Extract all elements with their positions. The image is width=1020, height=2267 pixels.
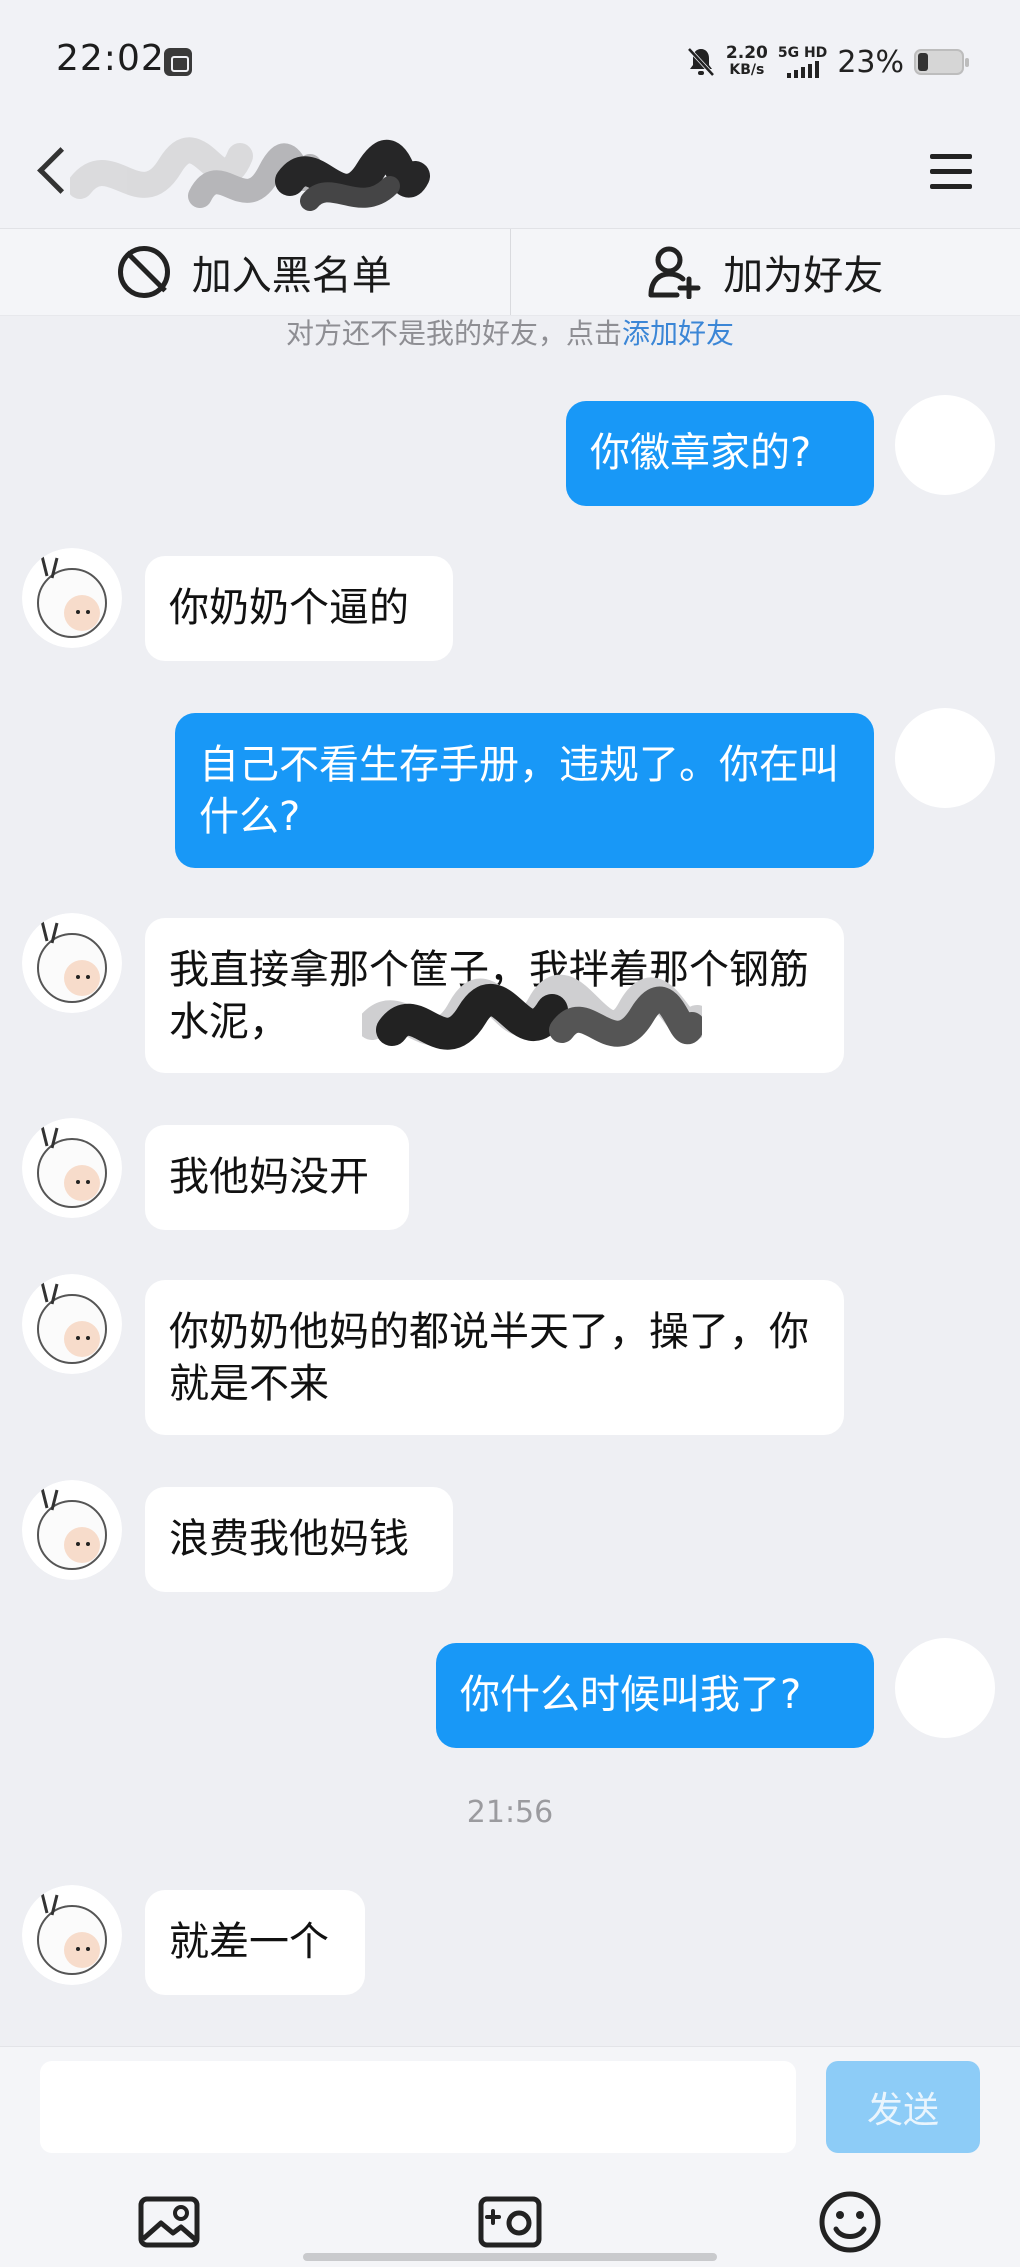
message-bubble[interactable]: 你徽章家的? xyxy=(566,401,874,506)
chat-screen: 22:02 2.20 KB/s 5G HD 23% 加入黑名单 加为好友 对方还… xyxy=(0,0,1020,2267)
status-bar: 22:02 2.20 KB/s 5G HD 23% xyxy=(0,0,1020,120)
block-icon xyxy=(117,246,170,298)
add-friend-link[interactable]: 添加好友 xyxy=(622,317,734,350)
screen-record-icon xyxy=(164,48,192,76)
emoji-icon[interactable] xyxy=(815,2187,885,2257)
add-friend-label: 加为好友 xyxy=(723,253,884,299)
message-input[interactable] xyxy=(40,2061,796,2153)
stranger-action-bar: 加入黑名单 加为好友 xyxy=(0,228,1020,316)
send-button[interactable]: 发送 xyxy=(826,2061,980,2153)
net-speed-value: 2.20 xyxy=(725,43,768,63)
composer-bar: 发送 xyxy=(0,2046,1020,2267)
status-indicators: 2.20 KB/s 5G HD 23% xyxy=(686,40,969,84)
redaction-scribble xyxy=(362,974,702,1050)
add-user-icon xyxy=(648,246,701,299)
chat-header xyxy=(0,120,1020,228)
message-bubble[interactable]: 浪费我他妈钱 xyxy=(145,1487,453,1592)
network-label: 5G HD xyxy=(777,45,828,61)
contact-avatar[interactable] xyxy=(22,1274,122,1374)
contact-avatar[interactable] xyxy=(22,913,122,1013)
contact-avatar[interactable] xyxy=(22,1118,122,1218)
add-friend-button[interactable]: 加为好友 xyxy=(509,229,1020,315)
contact-avatar[interactable] xyxy=(22,548,122,648)
stranger-notice: 对方还不是我的好友，点击添加好友 xyxy=(0,312,1020,352)
message-bubble[interactable]: 你什么时候叫我了? xyxy=(436,1643,874,1748)
my-avatar[interactable] xyxy=(895,395,995,495)
contact-avatar[interactable] xyxy=(22,1480,122,1580)
my-avatar[interactable] xyxy=(895,708,995,808)
redacted-contact-name xyxy=(70,137,430,211)
my-avatar[interactable] xyxy=(895,1638,995,1738)
contact-avatar[interactable] xyxy=(22,1885,122,1985)
hamburger-menu-icon[interactable] xyxy=(924,144,980,200)
battery-percent: 23% xyxy=(837,44,904,80)
block-button[interactable]: 加入黑名单 xyxy=(0,229,510,315)
message-bubble[interactable]: 你奶奶他妈的都说半天了，操了，你就是不来 xyxy=(145,1280,844,1435)
network-type: 5G HD xyxy=(778,46,827,78)
message-timestamp: 21:56 xyxy=(466,1795,554,1830)
message-bubble[interactable]: 就差一个 xyxy=(145,1890,365,1995)
block-label: 加入黑名单 xyxy=(191,253,392,299)
message-bubble[interactable]: 自己不看生存手册，违规了。你在叫什么? xyxy=(175,713,874,868)
camera-icon[interactable] xyxy=(475,2187,545,2257)
battery-icon xyxy=(914,49,969,75)
home-indicator[interactable] xyxy=(303,2253,717,2261)
mute-bell-icon xyxy=(687,47,715,77)
status-time: 22:02 xyxy=(56,38,165,79)
message-bubble[interactable]: 我他妈没开 xyxy=(145,1125,409,1230)
net-speed: 2.20 KB/s xyxy=(726,45,768,79)
signal-icon xyxy=(786,60,819,78)
net-speed-unit: KB/s xyxy=(729,62,765,78)
message-bubble[interactable]: 你奶奶个逼的 xyxy=(145,556,453,661)
image-icon[interactable] xyxy=(135,2187,205,2257)
notice-text: 对方还不是我的好友，点击 xyxy=(285,317,622,350)
